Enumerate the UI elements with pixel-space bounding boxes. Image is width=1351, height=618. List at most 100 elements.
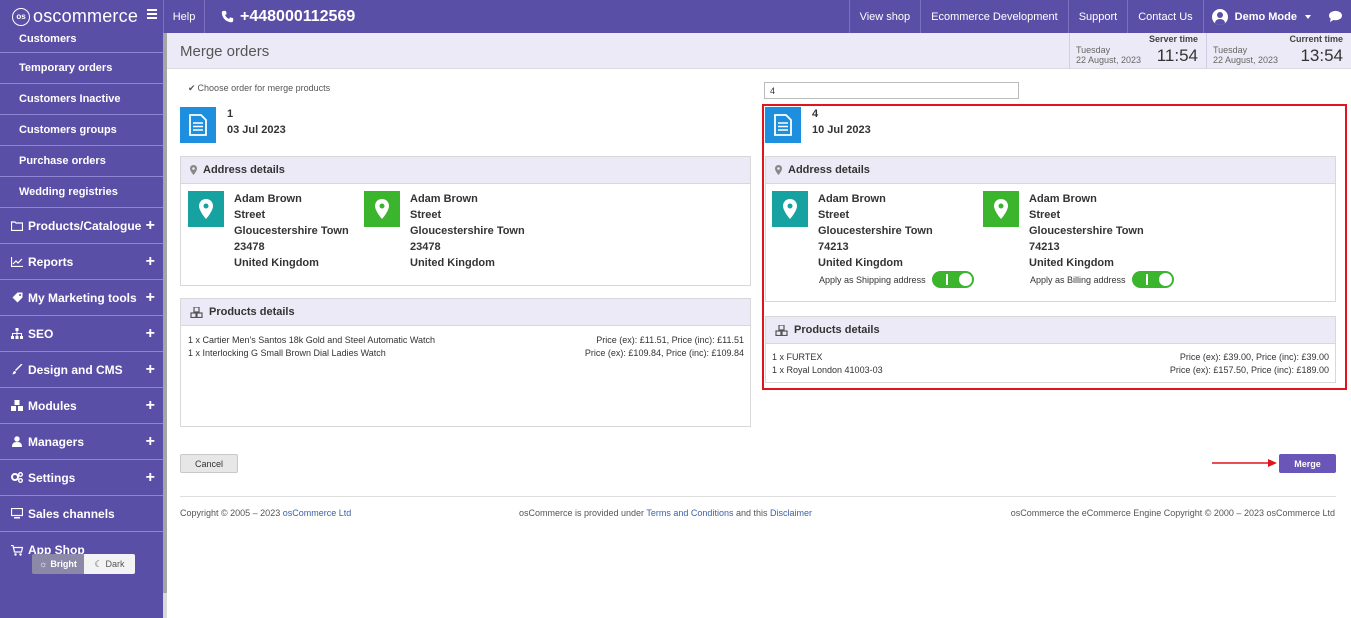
gears-icon [11, 472, 23, 484]
cancel-button[interactable]: Cancel [180, 454, 238, 473]
cubes-icon [190, 306, 203, 318]
order-document-icon [180, 107, 216, 143]
address-details-title: Address details [203, 164, 285, 176]
cubes-icon [775, 324, 788, 336]
address-line: 74213 [818, 241, 849, 253]
oscommerce-ltd-link[interactable]: osCommerce Ltd [283, 508, 352, 518]
apply-shipping-row: Apply as Shipping address [819, 271, 974, 288]
sidebar-subitem-customers-groups[interactable]: Customers groups [0, 115, 163, 146]
page-title: Merge orders [180, 43, 270, 60]
choose-order-note: ✔ Choose order for merge products [188, 83, 330, 94]
user-avatar-icon [1211, 8, 1228, 25]
sitemap-icon [11, 328, 23, 340]
order-search-input[interactable] [764, 82, 1019, 99]
product-price: Price (ex): £39.00, Price (inc): £39.00 [1179, 352, 1329, 362]
address-line: 74213 [1029, 241, 1060, 253]
product-price: Price (ex): £109.84, Price (inc): £109.8… [584, 348, 744, 358]
products-details-title: Products details [209, 306, 295, 318]
current-time-day: Tuesday [1213, 45, 1248, 55]
top-bar: os oscommerce Help +448000112569 View sh… [0, 0, 1351, 33]
moon-icon: ☾ [94, 558, 103, 569]
tag-icon [11, 292, 23, 304]
address-line: Adam Brown [818, 193, 886, 205]
server-time: Server time Tuesday 22 August, 2023 11:5… [1069, 33, 1206, 69]
sidebar-item-seo[interactable]: SEO + [0, 316, 163, 352]
menu-toggle-icon[interactable] [147, 9, 157, 21]
left-products-panel: Products details [180, 298, 751, 427]
logo[interactable]: os oscommerce [0, 0, 164, 33]
address-line: 23478 [234, 241, 265, 253]
page-header: Merge orders Server time Tuesday 22 Augu… [167, 33, 1351, 69]
map-marker-icon [190, 165, 197, 175]
sidebar-item-label: Modules [28, 398, 77, 413]
address-line: Adam Brown [1029, 193, 1097, 205]
checkmark-icon: ✔ [188, 83, 196, 93]
sidebar-item-modules[interactable]: Modules + [0, 388, 163, 424]
plus-icon: + [145, 288, 155, 306]
footer-license: osCommerce is provided under Terms and C… [519, 508, 812, 518]
sidebar-subitem-customers-inactive[interactable]: Customers Inactive [0, 84, 163, 115]
right-order-number: 4 [812, 108, 819, 120]
merge-button[interactable]: Merge [1279, 454, 1336, 473]
product-name: 1 x FURTEX [772, 352, 823, 362]
contact-us-link[interactable]: Contact Us [1127, 0, 1202, 33]
right-order-date: 10 Jul 2023 [812, 124, 871, 136]
server-time-label: Server time [1148, 34, 1198, 44]
product-price: Price (ex): £157.50, Price (inc): £189.0… [1169, 365, 1329, 375]
plus-icon: + [145, 468, 155, 486]
plus-icon: + [145, 216, 155, 234]
sidebar-item-managers[interactable]: Managers + [0, 424, 163, 460]
address-line: Gloucestershire Town [818, 225, 933, 237]
sidebar-item-settings[interactable]: Settings + [0, 460, 163, 496]
address-line: Street [1029, 209, 1061, 221]
sidebar-subitem-purchase-orders[interactable]: Purchase orders [0, 146, 163, 177]
help-link[interactable]: Help [164, 0, 205, 33]
terms-and-conditions-link[interactable]: Terms and Conditions [646, 508, 733, 518]
sidebar-item-sales-channels[interactable]: Sales channels [0, 496, 163, 532]
address-line: Adam Brown [234, 193, 302, 205]
theme-switcher: ☼ Bright ☾ Dark [32, 554, 135, 574]
server-time-date: 22 August, 2023 [1076, 55, 1142, 65]
sidebar-item-label: Reports [28, 254, 74, 269]
plus-icon: + [145, 252, 155, 270]
phone-number[interactable]: +448000112569 [205, 0, 849, 33]
address-line: 23478 [410, 241, 441, 253]
theme-bright-button[interactable]: ☼ Bright [32, 554, 84, 574]
sidebar: Customers Temporary orders Customers Ina… [0, 33, 163, 618]
chat-icon[interactable] [1319, 0, 1351, 33]
current-time-clock: 13:54 [1300, 46, 1343, 65]
phone-text: +448000112569 [240, 7, 356, 25]
folder-icon [11, 220, 23, 232]
disclaimer-link[interactable]: Disclaimer [770, 508, 812, 518]
address-line: United Kingdom [1029, 257, 1114, 269]
plus-icon: + [145, 396, 155, 414]
sidebar-subitem-temporary-orders[interactable]: Temporary orders [0, 53, 163, 84]
sidebar-item-my-marketing-tools[interactable]: My Marketing tools + [0, 280, 163, 316]
server-time-day: Tuesday [1076, 45, 1111, 55]
sidebar-subitem-customers[interactable]: Customers [0, 33, 163, 53]
sidebar-item-design-and-cms[interactable]: Design and CMS + [0, 352, 163, 388]
support-link[interactable]: Support [1067, 0, 1128, 33]
sidebar-item-label: SEO [28, 326, 54, 341]
address-line: United Kingdom [410, 257, 495, 269]
theme-bright-label: Bright [50, 559, 77, 569]
map-marker-icon [364, 191, 400, 227]
footer-divider [180, 496, 1336, 497]
map-marker-icon [775, 165, 782, 175]
sidebar-item-reports[interactable]: Reports + [0, 244, 163, 280]
view-shop-link[interactable]: View shop [848, 0, 921, 33]
sidebar-scrollbar[interactable] [163, 33, 167, 618]
sidebar-subitem-wedding-registries[interactable]: Wedding registries [0, 177, 163, 208]
apply-shipping-toggle[interactable] [931, 271, 974, 288]
footer-engine: osCommerce the eCommerce Engine Copyrigh… [1010, 508, 1335, 518]
sun-icon: ☼ [39, 559, 48, 569]
sidebar-item-label: Sales channels [28, 506, 115, 521]
apply-billing-toggle[interactable] [1131, 271, 1174, 288]
user-menu[interactable]: Demo Mode [1202, 0, 1319, 33]
ecommerce-development-link[interactable]: Ecommerce Development [920, 0, 1068, 33]
sidebar-item-products-catalogue[interactable]: Products/Catalogue + [0, 208, 163, 244]
chevron-down-icon [1305, 14, 1311, 19]
theme-dark-button[interactable]: ☾ Dark [84, 554, 135, 574]
map-marker-icon [772, 191, 808, 227]
user-icon [11, 436, 23, 448]
